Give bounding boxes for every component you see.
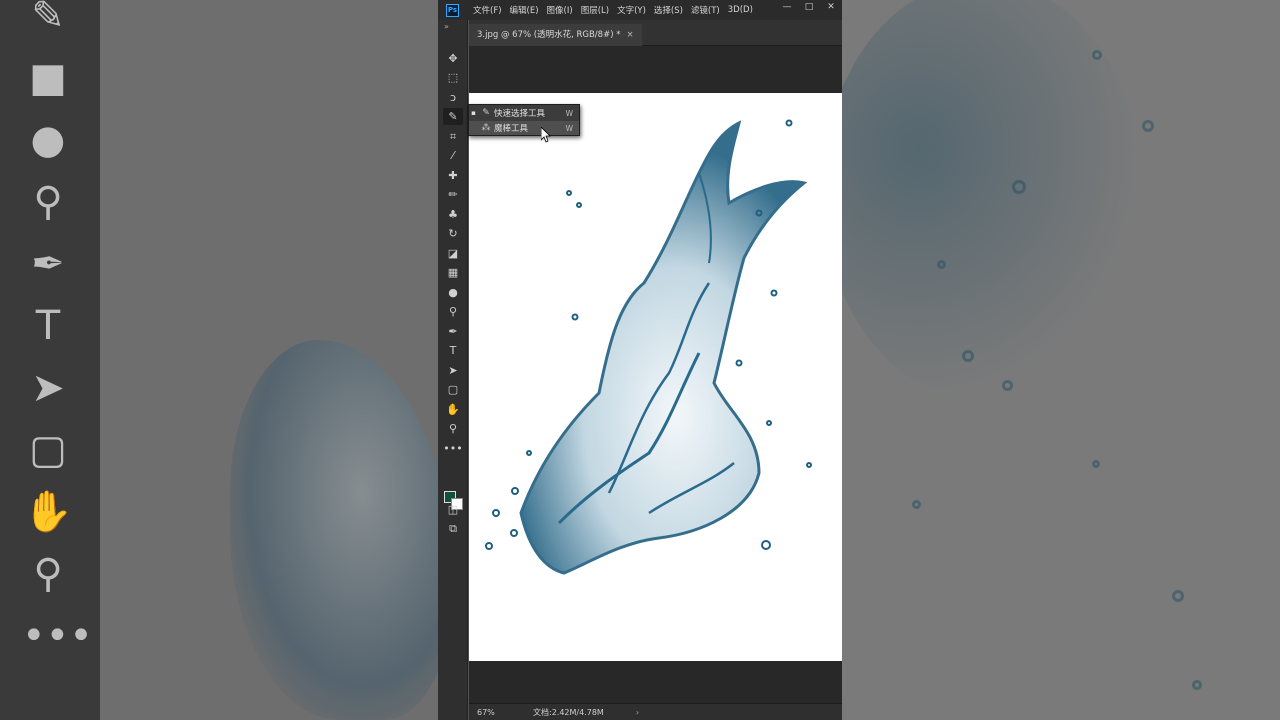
healing-brush-tool-icon[interactable]: ✚ (443, 167, 463, 184)
window-controls: — □ ✕ (776, 0, 842, 20)
blurred-water-drop (1092, 50, 1102, 60)
blurred-splash (230, 340, 438, 720)
flyout-item-label: 快速选择工具 (494, 109, 546, 119)
screen-mode-icon[interactable]: ⧉ (443, 520, 463, 537)
maximize-button[interactable]: □ (798, 0, 820, 14)
blurred-water-drop (1142, 120, 1154, 132)
collapse-panel-icon[interactable]: » (444, 22, 449, 31)
document-size: 文档:2.42M/4.78M (533, 707, 604, 717)
menu-layer[interactable]: 图层(L) (581, 4, 609, 16)
eraser-tool-icon[interactable]: ◪ (443, 245, 463, 262)
type-tool-icon[interactable]: T (443, 342, 463, 359)
tab-close-icon[interactable]: × (626, 30, 633, 40)
blurred-water-drop (1092, 460, 1100, 468)
pen-tool-icon[interactable]: ✒ (443, 323, 463, 340)
tools-panel: » ✥ ⬚ ↄ ✎ ⌗ ⁄ ✚ ✏ ♣ ↻ ◪ ▦ ● ⚲ ✒ T ➤ ▢ ✋ ⚲ ••• ◫ ⧉ (438, 20, 468, 720)
blurred-water-drop (1172, 590, 1184, 602)
menu-image[interactable]: 图像(I) (547, 4, 573, 16)
menu-bar: Ps 文件(F) 编辑(E) 图像(I) 图层(L) 文字(Y) 选择(S) 滤… (438, 0, 842, 20)
clone-stamp-tool-icon[interactable]: ♣ (443, 206, 463, 223)
menu-3d[interactable]: 3D(D) (728, 5, 753, 15)
blurred-tool-icon: ✒ (31, 241, 65, 287)
close-button[interactable]: ✕ (820, 0, 842, 14)
blurred-water-drop (1002, 380, 1013, 391)
minimize-button[interactable]: — (776, 0, 798, 14)
lasso-tool-icon[interactable]: ↄ (443, 89, 463, 106)
blurred-tool-icon: ⚲ (33, 551, 63, 597)
blurred-tool-icon: T (35, 303, 61, 349)
marquee-tool-icon[interactable]: ⬚ (443, 69, 463, 86)
crop-tool-icon[interactable]: ⌗ (443, 128, 463, 145)
menu-type[interactable]: 文字(Y) (617, 4, 646, 16)
path-selection-tool-icon[interactable]: ➤ (443, 362, 463, 379)
blurred-tool-icon: ▢ (29, 427, 67, 473)
magic-wand-icon: ⁂ (481, 123, 491, 133)
blurred-tool-icon: ⚲ (33, 179, 63, 225)
blurred-tool-icon: ✎ (31, 0, 65, 39)
ps-logo-icon[interactable]: Ps (446, 3, 459, 17)
document-tab[interactable]: 3.jpg @ 67% (透明水花, RGB/8#) * × (469, 24, 642, 46)
blurred-tool-icon: ••• (22, 613, 93, 659)
blurred-water-drop (912, 500, 921, 509)
image-canvas[interactable] (469, 93, 842, 661)
hand-tool-icon[interactable]: ✋ (443, 401, 463, 418)
selection-tool-flyout: ▪ ✎ 快速选择工具 W ⁂ 魔棒工具 W (468, 104, 580, 136)
blurred-background-left: ✎ ■ ● ⚲ ✒ T ➤ ▢ ✋ ⚲ ••• (0, 0, 438, 720)
blurred-tool-icon: ➤ (31, 365, 65, 411)
menu-filter[interactable]: 滤镜(T) (691, 4, 720, 16)
blurred-water-drop (937, 260, 946, 269)
brush-tool-icon[interactable]: ✏ (443, 186, 463, 203)
menu-file[interactable]: 文件(F) (473, 4, 502, 16)
history-brush-tool-icon[interactable]: ↻ (443, 225, 463, 242)
flyout-item-magic-wand[interactable]: ⁂ 魔棒工具 W (469, 121, 579, 135)
pasteboard[interactable] (469, 47, 842, 703)
blurred-tool-icon: ✋ (23, 489, 73, 535)
gradient-tool-icon[interactable]: ▦ (443, 264, 463, 281)
dodge-tool-icon[interactable]: ⚲ (443, 303, 463, 320)
blurred-tool-icon: ● (30, 117, 66, 163)
document-tab-title: 3.jpg @ 67% (透明水花, RGB/8#) * (477, 30, 621, 40)
blurred-water-drop (1012, 180, 1026, 194)
more-tools-icon[interactable]: ••• (443, 440, 463, 457)
water-splash-image (485, 119, 812, 575)
flyout-item-shortcut: W (565, 108, 573, 118)
eyedropper-tool-icon[interactable]: ⁄ (443, 147, 463, 164)
blurred-tool-icon: ■ (29, 55, 67, 101)
zoom-level-field[interactable]: 67% (469, 708, 503, 717)
menu-edit[interactable]: 编辑(E) (510, 4, 539, 16)
document-tab-bar: 3.jpg @ 67% (透明水花, RGB/8#) * × (469, 20, 842, 46)
blur-tool-icon[interactable]: ● (443, 284, 463, 301)
blurred-background-right (842, 0, 1280, 720)
status-bar: 67% 文档:2.42M/4.78M › (469, 703, 842, 720)
move-tool-icon[interactable]: ✥ (443, 50, 463, 67)
flyout-item-shortcut: W (565, 123, 573, 133)
shape-tool-icon[interactable]: ▢ (443, 381, 463, 398)
blurred-splash (842, 0, 1142, 400)
quick-selection-icon: ✎ (482, 108, 490, 118)
flyout-item-quick-selection[interactable]: ▪ ✎ 快速选择工具 W (469, 106, 579, 120)
selected-bullet-icon: ▪ (471, 109, 476, 117)
quick-selection-tool-icon[interactable]: ✎ (443, 108, 463, 125)
screen: ✎ ■ ● ⚲ ✒ T ➤ ▢ ✋ ⚲ ••• Ps 文件(F) 编辑(E) 图像(I) 图层(L)… (0, 0, 1280, 720)
status-menu-arrow-icon[interactable]: › (636, 708, 639, 717)
mouse-pointer-icon (541, 127, 551, 143)
blurred-water-drop (962, 350, 974, 362)
quick-mask-icon[interactable]: ◫ (443, 501, 463, 518)
zoom-tool-icon[interactable]: ⚲ (443, 420, 463, 437)
menu-select[interactable]: 选择(S) (654, 4, 683, 16)
blurred-toolbar: ✎ ■ ● ⚲ ✒ T ➤ ▢ ✋ ⚲ ••• (0, 0, 100, 720)
blurred-water-drop (1192, 680, 1202, 690)
